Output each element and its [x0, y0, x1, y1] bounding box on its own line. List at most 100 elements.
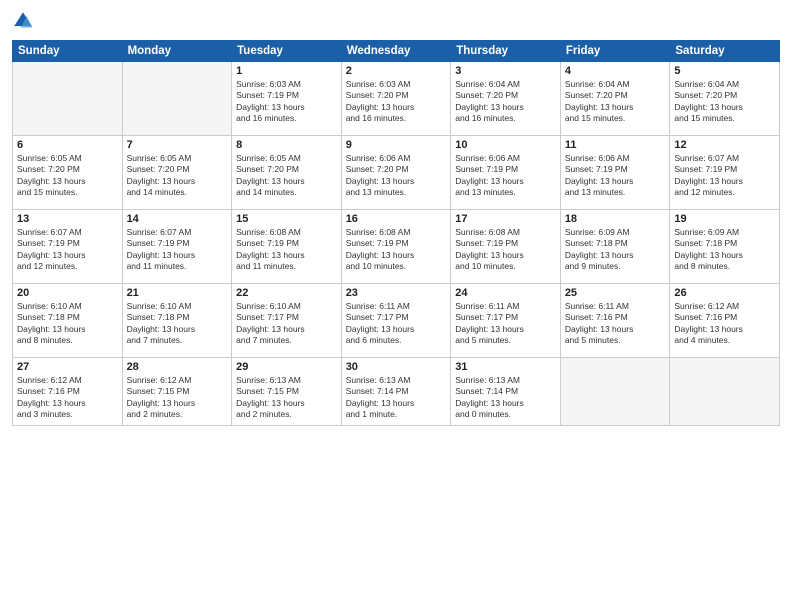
- calendar-cell: 16 Sunrise: 6:08 AM Sunset: 7:19 PM Dayli…: [341, 210, 451, 284]
- day-info: Sunrise: 6:04 AM Sunset: 7:20 PM Dayligh…: [674, 79, 775, 125]
- calendar-cell: 31 Sunrise: 6:13 AM Sunset: 7:14 PM Dayli…: [451, 358, 561, 426]
- calendar-week-row: 6 Sunrise: 6:05 AM Sunset: 7:20 PM Daylig…: [13, 136, 780, 210]
- calendar-header-friday: Friday: [560, 41, 670, 62]
- calendar-cell: 17 Sunrise: 6:08 AM Sunset: 7:19 PM Dayli…: [451, 210, 561, 284]
- calendar-cell: 23 Sunrise: 6:11 AM Sunset: 7:17 PM Dayli…: [341, 284, 451, 358]
- day-number: 10: [455, 139, 556, 151]
- day-number: 7: [127, 139, 228, 151]
- day-info: Sunrise: 6:10 AM Sunset: 7:18 PM Dayligh…: [127, 301, 228, 347]
- day-number: 1: [236, 65, 337, 77]
- day-number: 20: [17, 287, 118, 299]
- day-number: 17: [455, 213, 556, 225]
- day-number: 27: [17, 361, 118, 373]
- logo-icon: [12, 10, 34, 32]
- calendar-cell: 20 Sunrise: 6:10 AM Sunset: 7:18 PM Dayli…: [13, 284, 123, 358]
- calendar-cell: 12 Sunrise: 6:07 AM Sunset: 7:19 PM Dayli…: [670, 136, 780, 210]
- calendar-cell: 13 Sunrise: 6:07 AM Sunset: 7:19 PM Dayli…: [13, 210, 123, 284]
- calendar-header-thursday: Thursday: [451, 41, 561, 62]
- calendar-cell: 27 Sunrise: 6:12 AM Sunset: 7:16 PM Dayli…: [13, 358, 123, 426]
- day-info: Sunrise: 6:05 AM Sunset: 7:20 PM Dayligh…: [236, 153, 337, 199]
- day-number: 6: [17, 139, 118, 151]
- day-info: Sunrise: 6:03 AM Sunset: 7:19 PM Dayligh…: [236, 79, 337, 125]
- day-info: Sunrise: 6:05 AM Sunset: 7:20 PM Dayligh…: [127, 153, 228, 199]
- day-info: Sunrise: 6:06 AM Sunset: 7:19 PM Dayligh…: [455, 153, 556, 199]
- day-info: Sunrise: 6:07 AM Sunset: 7:19 PM Dayligh…: [17, 227, 118, 273]
- logo: [12, 10, 38, 32]
- calendar-cell: 21 Sunrise: 6:10 AM Sunset: 7:18 PM Dayli…: [122, 284, 232, 358]
- day-info: Sunrise: 6:13 AM Sunset: 7:15 PM Dayligh…: [236, 375, 337, 421]
- calendar-cell: 2 Sunrise: 6:03 AM Sunset: 7:20 PM Daylig…: [341, 62, 451, 136]
- day-number: 15: [236, 213, 337, 225]
- calendar-cell: [670, 358, 780, 426]
- calendar-cell: 5 Sunrise: 6:04 AM Sunset: 7:20 PM Daylig…: [670, 62, 780, 136]
- calendar-cell: 19Sunrise: 6:09 AM Sunset: 7:18 PM Dayli…: [670, 210, 780, 284]
- day-number: 8: [236, 139, 337, 151]
- calendar-cell: 26 Sunrise: 6:12 AM Sunset: 7:16 PM Dayli…: [670, 284, 780, 358]
- day-number: 30: [346, 361, 447, 373]
- day-info: Sunrise: 6:09 AM Sunset: 7:18 PM Dayligh…: [674, 227, 775, 273]
- calendar-cell: 3 Sunrise: 6:04 AM Sunset: 7:20 PM Daylig…: [451, 62, 561, 136]
- calendar-cell: 30 Sunrise: 6:13 AM Sunset: 7:14 PM Dayli…: [341, 358, 451, 426]
- calendar-header-wednesday: Wednesday: [341, 41, 451, 62]
- day-info: Sunrise: 6:08 AM Sunset: 7:19 PM Dayligh…: [236, 227, 337, 273]
- calendar-cell: 8 Sunrise: 6:05 AM Sunset: 7:20 PM Daylig…: [232, 136, 342, 210]
- day-number: 12: [674, 139, 775, 151]
- day-info: Sunrise: 6:13 AM Sunset: 7:14 PM Dayligh…: [455, 375, 556, 421]
- calendar-cell: 28 Sunrise: 6:12 AM Sunset: 7:15 PM Dayli…: [122, 358, 232, 426]
- calendar-cell: 15 Sunrise: 6:08 AM Sunset: 7:19 PM Dayli…: [232, 210, 342, 284]
- day-number: 23: [346, 287, 447, 299]
- day-number: 5: [674, 65, 775, 77]
- calendar-header-tuesday: Tuesday: [232, 41, 342, 62]
- day-info: Sunrise: 6:08 AM Sunset: 7:19 PM Dayligh…: [346, 227, 447, 273]
- day-info: Sunrise: 6:04 AM Sunset: 7:20 PM Dayligh…: [455, 79, 556, 125]
- day-info: Sunrise: 6:11 AM Sunset: 7:17 PM Dayligh…: [346, 301, 447, 347]
- calendar-header-row: SundayMondayTuesdayWednesdayThursdayFrid…: [13, 41, 780, 62]
- day-info: Sunrise: 6:10 AM Sunset: 7:17 PM Dayligh…: [236, 301, 337, 347]
- calendar-cell: [560, 358, 670, 426]
- calendar-cell: 1 Sunrise: 6:03 AM Sunset: 7:19 PM Daylig…: [232, 62, 342, 136]
- day-info: Sunrise: 6:06 AM Sunset: 7:20 PM Dayligh…: [346, 153, 447, 199]
- day-info: Sunrise: 6:12 AM Sunset: 7:16 PM Dayligh…: [674, 301, 775, 347]
- day-number: 3: [455, 65, 556, 77]
- day-number: 14: [127, 213, 228, 225]
- day-number: 28: [127, 361, 228, 373]
- calendar-cell: 4 Sunrise: 6:04 AM Sunset: 7:20 PM Daylig…: [560, 62, 670, 136]
- calendar-cell: 6 Sunrise: 6:05 AM Sunset: 7:20 PM Daylig…: [13, 136, 123, 210]
- calendar-cell: 9 Sunrise: 6:06 AM Sunset: 7:20 PM Daylig…: [341, 136, 451, 210]
- calendar-cell: 29 Sunrise: 6:13 AM Sunset: 7:15 PM Dayli…: [232, 358, 342, 426]
- day-number: 11: [565, 139, 666, 151]
- calendar: SundayMondayTuesdayWednesdayThursdayFrid…: [12, 40, 780, 426]
- day-info: Sunrise: 6:11 AM Sunset: 7:16 PM Dayligh…: [565, 301, 666, 347]
- calendar-cell: 25Sunrise: 6:11 AM Sunset: 7:16 PM Dayli…: [560, 284, 670, 358]
- day-info: Sunrise: 6:03 AM Sunset: 7:20 PM Dayligh…: [346, 79, 447, 125]
- day-number: 2: [346, 65, 447, 77]
- day-info: Sunrise: 6:10 AM Sunset: 7:18 PM Dayligh…: [17, 301, 118, 347]
- day-info: Sunrise: 6:07 AM Sunset: 7:19 PM Dayligh…: [127, 227, 228, 273]
- day-info: Sunrise: 6:04 AM Sunset: 7:20 PM Dayligh…: [565, 79, 666, 125]
- day-number: 9: [346, 139, 447, 151]
- day-info: Sunrise: 6:05 AM Sunset: 7:20 PM Dayligh…: [17, 153, 118, 199]
- calendar-header-monday: Monday: [122, 41, 232, 62]
- calendar-cell: 18Sunrise: 6:09 AM Sunset: 7:18 PM Dayli…: [560, 210, 670, 284]
- calendar-week-row: 1 Sunrise: 6:03 AM Sunset: 7:19 PM Daylig…: [13, 62, 780, 136]
- day-number: 21: [127, 287, 228, 299]
- day-number: 26: [674, 287, 775, 299]
- day-number: 22: [236, 287, 337, 299]
- day-number: 24: [455, 287, 556, 299]
- day-info: Sunrise: 6:07 AM Sunset: 7:19 PM Dayligh…: [674, 153, 775, 199]
- day-number: 16: [346, 213, 447, 225]
- day-info: Sunrise: 6:12 AM Sunset: 7:15 PM Dayligh…: [127, 375, 228, 421]
- calendar-week-row: 20 Sunrise: 6:10 AM Sunset: 7:18 PM Dayli…: [13, 284, 780, 358]
- calendar-cell: 24Sunrise: 6:11 AM Sunset: 7:17 PM Dayli…: [451, 284, 561, 358]
- day-number: 13: [17, 213, 118, 225]
- day-info: Sunrise: 6:13 AM Sunset: 7:14 PM Dayligh…: [346, 375, 447, 421]
- day-number: 29: [236, 361, 337, 373]
- day-info: Sunrise: 6:08 AM Sunset: 7:19 PM Dayligh…: [455, 227, 556, 273]
- day-number: 4: [565, 65, 666, 77]
- day-info: Sunrise: 6:12 AM Sunset: 7:16 PM Dayligh…: [17, 375, 118, 421]
- day-info: Sunrise: 6:06 AM Sunset: 7:19 PM Dayligh…: [565, 153, 666, 199]
- calendar-cell: 7 Sunrise: 6:05 AM Sunset: 7:20 PM Daylig…: [122, 136, 232, 210]
- day-number: 31: [455, 361, 556, 373]
- header: [12, 10, 780, 32]
- calendar-header-sunday: Sunday: [13, 41, 123, 62]
